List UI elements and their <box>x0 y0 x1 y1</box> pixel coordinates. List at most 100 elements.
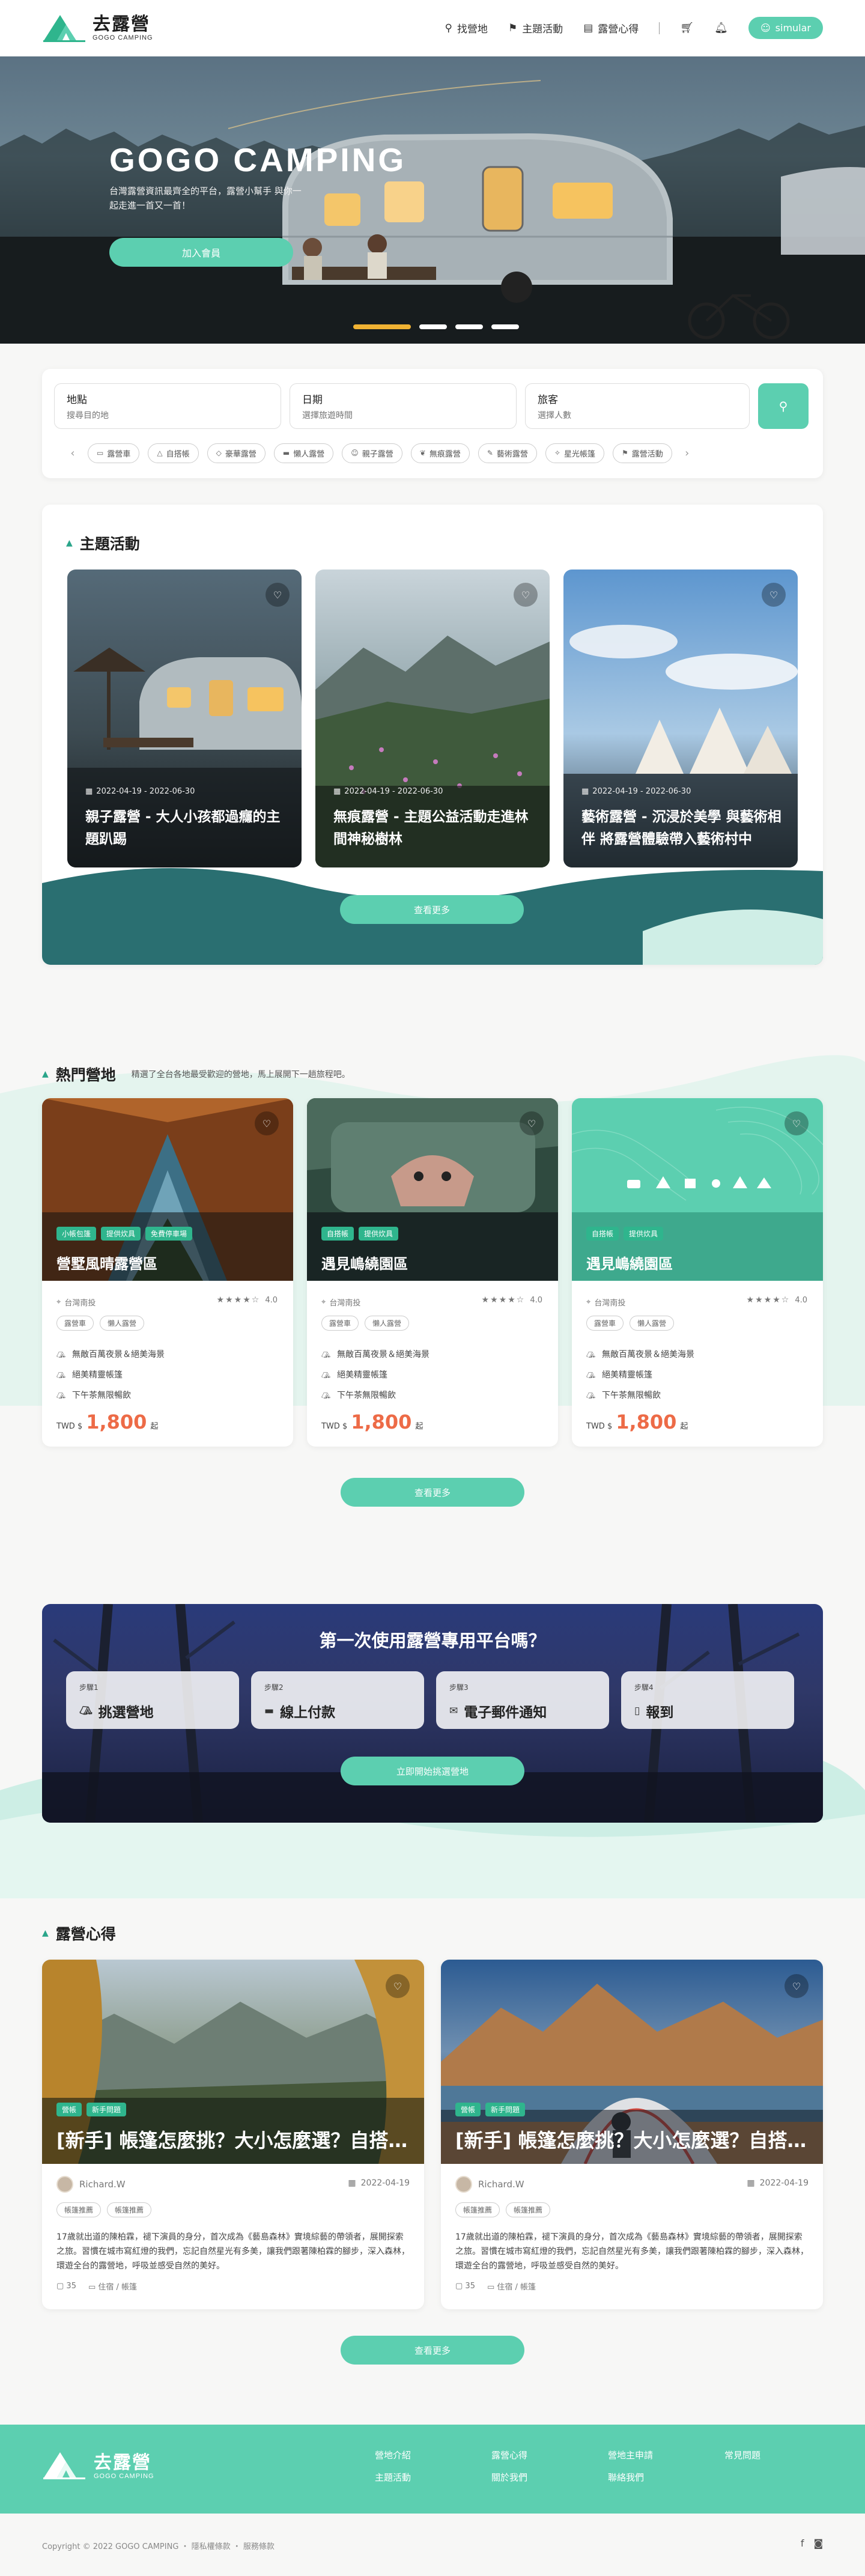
step-title-text: 挑選營地 <box>98 1705 154 1721</box>
user-name: simular <box>775 22 811 34</box>
facebook-icon[interactable]: f <box>801 2538 804 2549</box>
step-title-text: 電子郵件通知 <box>464 1705 547 1721</box>
favorite-heart-icon[interactable]: ♡ <box>514 583 538 607</box>
theme-date-text: 2022-04-19 - 2022-06-30 <box>592 787 691 796</box>
chip-activities[interactable]: ⚑ 露營活動 <box>612 443 672 463</box>
experience-card[interactable]: ♡ 營帳 新手問題 [新手] 帳篷怎麼挑？大小怎麼選？自搭帳篷新手指南 Rich… <box>42 1960 424 2309</box>
location-pin-icon: ⌖ <box>321 1298 326 1307</box>
favorite-heart-icon[interactable]: ♡ <box>785 1974 809 1998</box>
camp-rating: ★★★★☆ 4.0 <box>747 1295 807 1305</box>
cart-icon[interactable]: 🛒︎ <box>680 22 694 34</box>
post-author: Richard.W <box>455 2176 524 2193</box>
favorite-heart-icon[interactable]: ♡ <box>386 1974 410 1998</box>
footer-link[interactable]: 聯絡我們 <box>608 2471 724 2483</box>
post-tag: 新手問題 <box>485 2103 526 2116</box>
chevron-right-icon[interactable]: › <box>681 447 694 460</box>
author-name: Richard.W <box>478 2179 524 2190</box>
chip-rv[interactable]: ▭ 露營車 <box>88 443 140 463</box>
start-choosing-camp-button[interactable]: 立即開始挑選營地 <box>341 1757 524 1785</box>
theme-view-more-button[interactable]: 查看更多 <box>340 895 524 924</box>
chip-leave-no-trace[interactable]: ❦ 無痕露營 <box>410 443 470 463</box>
hot-camps-header: ▲ 熱門營地 精選了全台各地最受歡迎的營地，馬上展開下一趟旅程吧。 <box>42 1063 350 1085</box>
footer-link[interactable]: 關於我們 <box>491 2471 608 2483</box>
post-date-text: 2022-04-19 <box>360 2178 410 2188</box>
search-button[interactable]: ⚲ <box>758 383 809 429</box>
section-title: 露營心得 <box>55 1925 116 1943</box>
chip-self-tent[interactable]: △ 自搭帳 <box>148 443 199 463</box>
date-label: 日期 <box>302 394 323 406</box>
tent-icon: ⛺︎ <box>321 1350 331 1359</box>
camp-tag: 提供炊具 <box>101 1227 141 1241</box>
footer-link[interactable]: 常見問題 <box>724 2449 815 2461</box>
chip-family[interactable]: ☺ 親子露營 <box>342 443 402 463</box>
camp-location-text: 台灣南投 <box>594 1299 626 1308</box>
camp-card[interactable]: ♡ 自搭帳 提供炊具 遇見嶋繞園區 ⌖ 台灣南投 ★★★★☆ 4.0 露營車 懶人露… <box>307 1098 558 1447</box>
favorite-heart-icon[interactable]: ♡ <box>762 583 786 607</box>
camp-tag: 自搭帳 <box>586 1227 619 1241</box>
camp-price: TWD $ 1,800 起 <box>321 1411 423 1433</box>
carousel-dot-3[interactable] <box>455 324 483 329</box>
nav-find-camp[interactable]: ⚲ 找營地 <box>445 20 487 36</box>
camp-tag: 小帳包篷 <box>56 1227 97 1241</box>
guests-field[interactable]: 旅客 <box>525 383 750 429</box>
section-title: 主題活動 <box>79 535 140 553</box>
bell-icon[interactable]: 🔔︎ <box>714 22 728 34</box>
chip-label: 露營車 <box>107 449 131 459</box>
chip-starlight[interactable]: ✧ 星光帳篷 <box>545 443 604 463</box>
date-input[interactable] <box>302 411 504 421</box>
chevron-left-icon[interactable]: ‹ <box>66 447 79 460</box>
logo-chinese: 去露營 <box>93 13 150 35</box>
social-links: f ◙ <box>801 2538 823 2549</box>
post-date: ▦ 2022-04-19 <box>747 2178 809 2188</box>
date-field[interactable]: 日期 <box>290 383 517 429</box>
first-use-title: 第一次使用露營專用平台嗎？ <box>319 1630 546 1651</box>
search-icon: ⚲ <box>778 399 788 413</box>
nav-camping-notes[interactable]: ▤ 露營心得 <box>583 20 639 36</box>
theme-card-leave-no-trace[interactable]: ♡ ▦ 2022-04-19 - 2022-06-30 無痕露營 - 主題公益活動… <box>315 570 550 867</box>
hot-camps-view-more-button[interactable]: 查看更多 <box>341 1478 524 1507</box>
tent-icon: ⛺︎ <box>56 1350 66 1359</box>
user-menu-button[interactable]: ☺ simular <box>748 17 823 39</box>
theme-card-art[interactable]: ♡ ▦ 2022-04-19 - 2022-06-30 藝術露營 - 沉浸於美學 … <box>563 570 798 867</box>
rating-value: 4.0 <box>265 1295 278 1305</box>
chip-lazy[interactable]: ▬ 懶人露營 <box>273 443 334 463</box>
theme-card-family[interactable]: ♡ ▦ 2022-04-19 - 2022-06-30 親子露營 - 大人小孩都過… <box>67 570 302 867</box>
theme-date: ▦ 2022-04-19 - 2022-06-30 <box>581 787 691 796</box>
experience-view-more-button[interactable]: 查看更多 <box>341 2336 524 2365</box>
footer-link[interactable]: 營地介紹 <box>375 2449 491 2461</box>
footer-link[interactable]: 主題活動 <box>375 2471 491 2483</box>
carousel-dot-4[interactable] <box>491 324 519 329</box>
hero-title: GOGO CAMPING <box>109 141 407 178</box>
theme-date-text: 2022-04-19 - 2022-06-30 <box>96 787 195 796</box>
site-logo[interactable]: 去露營 GOGO CAMPING <box>42 14 153 43</box>
guests-input[interactable] <box>538 411 737 421</box>
location-input[interactable] <box>67 411 269 421</box>
footer-logo[interactable]: 去露營 GOGO CAMPING <box>42 2451 154 2482</box>
logo-english: GOGO CAMPING <box>93 34 153 41</box>
camp-card[interactable]: ♡ 小帳包篷 提供炊具 免費停車場 營墅風晴露營區 ⌖ 台灣南投 ★★★★☆ 4.0… <box>42 1098 293 1447</box>
footer-link[interactable]: 營地主申請 <box>608 2449 724 2461</box>
carousel-dot-2[interactable] <box>419 324 447 329</box>
join-member-button[interactable]: 加入會員 <box>109 238 293 267</box>
experience-card[interactable]: ♡ 營帳 新手問題 [新手] 帳篷怎麼挑？大小怎麼選？自搭帳篷新手指南 Rich… <box>441 1960 823 2309</box>
comments: ▢ 35 <box>455 2282 475 2291</box>
step-card-1: 步驟1 ⛺︎ 挑選營地 <box>66 1671 239 1729</box>
location-field[interactable]: 地點 <box>54 383 281 429</box>
instagram-icon[interactable]: ◙ <box>813 2538 823 2549</box>
chip-glamping[interactable]: ◇ 豪華露營 <box>207 443 266 463</box>
chip-label: 懶人露營 <box>293 449 325 459</box>
camp-card[interactable]: ♡ 自搭帳 提供炊具 遇見嶋繞園區 ⌖ 台灣南投 ★★★★☆ 4.0 露營車 懶人露… <box>572 1098 823 1447</box>
tent-icon: ⛺︎ <box>321 1391 331 1400</box>
carousel-dot-1[interactable] <box>353 324 411 329</box>
copyright-bar: Copyright © 2022 GOGO CAMPING ・ 隱私權條款 ・ … <box>0 2514 865 2576</box>
location-label: 地點 <box>67 394 87 406</box>
user-search-icon: ⚲ <box>445 22 452 34</box>
footer-link[interactable]: 露營心得 <box>491 2449 608 2461</box>
favorite-heart-icon[interactable]: ♡ <box>785 1111 809 1135</box>
chip-art[interactable]: ✎ 藝術露營 <box>478 443 537 463</box>
logo-chinese: 去露營 <box>94 2452 151 2473</box>
nav-theme-activities[interactable]: ⚑ 主題活動 <box>508 20 563 36</box>
favorite-heart-icon[interactable]: ♡ <box>266 583 290 607</box>
favorite-heart-icon[interactable]: ♡ <box>520 1111 544 1135</box>
favorite-heart-icon[interactable]: ♡ <box>255 1111 279 1135</box>
